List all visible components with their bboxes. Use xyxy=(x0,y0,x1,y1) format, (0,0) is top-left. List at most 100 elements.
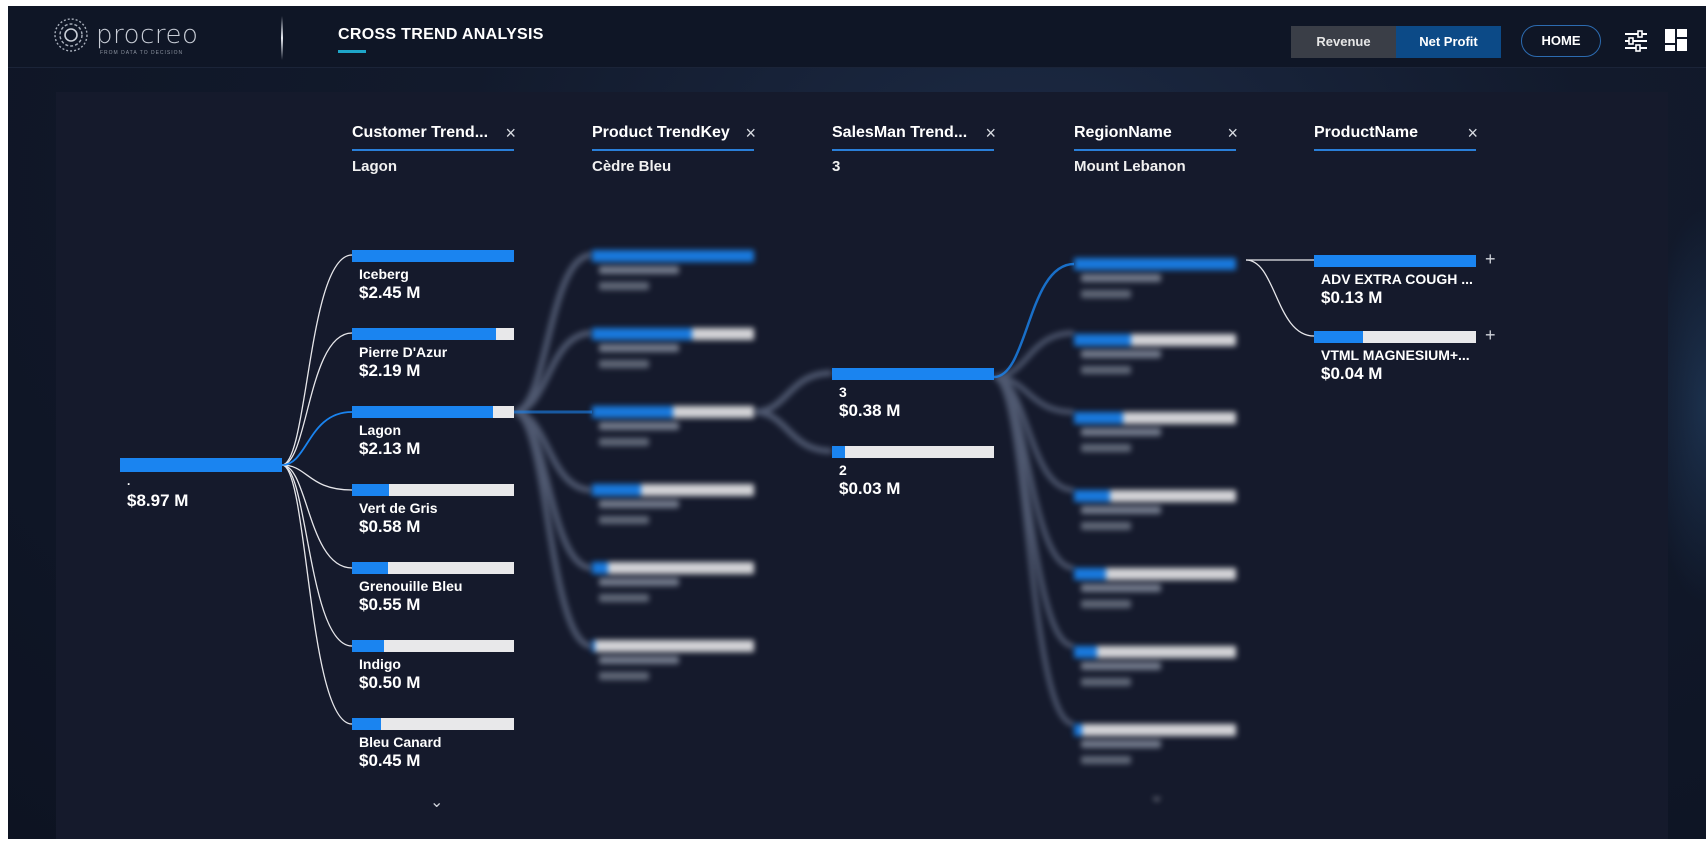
blurred-value xyxy=(599,594,649,602)
column-header-productname: ProductName × xyxy=(1314,123,1478,184)
net-profit-toggle-button[interactable]: Net Profit xyxy=(1396,26,1501,58)
grid-layout-icon[interactable] xyxy=(1664,28,1688,52)
remove-level-close-icon[interactable]: × xyxy=(985,123,996,144)
blurred-value xyxy=(599,672,649,680)
tree-node-region[interactable] xyxy=(1074,334,1236,394)
node-value: $0.04 M xyxy=(1321,364,1383,383)
blurred-value xyxy=(1081,522,1131,530)
remove-level-close-icon[interactable]: × xyxy=(505,123,516,144)
node-bar[interactable] xyxy=(592,406,754,418)
node-bar[interactable] xyxy=(592,250,754,262)
node-bar[interactable] xyxy=(1074,334,1236,346)
tree-node-product-trendkey[interactable] xyxy=(592,250,754,310)
node-value: $0.13 M xyxy=(1321,288,1383,307)
remove-level-close-icon[interactable]: × xyxy=(1227,123,1238,144)
blurred-label xyxy=(1081,350,1161,358)
node-bar-fill xyxy=(352,484,390,496)
tree-root-node[interactable]: . $8.97 M xyxy=(120,458,282,518)
node-bar[interactable] xyxy=(592,562,754,574)
column-header-label: SalesMan Trend... xyxy=(832,124,968,141)
tree-node-product-trendkey[interactable] xyxy=(592,562,754,622)
tree-node-region[interactable] xyxy=(1074,724,1236,784)
node-bar[interactable] xyxy=(1314,331,1476,343)
node-value: $0.55 M xyxy=(359,595,421,614)
column-header-underline xyxy=(832,149,994,151)
node-value: $2.13 M xyxy=(359,439,421,458)
tree-node-region[interactable] xyxy=(1074,412,1236,472)
tree-node-region[interactable] xyxy=(1074,490,1236,550)
column-selected-value: 3 xyxy=(832,158,841,175)
node-bar[interactable] xyxy=(352,718,514,730)
home-button[interactable]: HOME xyxy=(1521,25,1601,57)
blurred-label xyxy=(599,266,679,274)
node-bar[interactable] xyxy=(352,328,514,340)
tree-node-customer[interactable]: Grenouille Bleu $0.55 M xyxy=(352,562,514,622)
node-bar[interactable] xyxy=(832,368,994,380)
tree-node-product-trendkey-selected[interactable] xyxy=(592,406,754,466)
tree-node-product-trendkey[interactable] xyxy=(592,640,754,700)
root-bar[interactable] xyxy=(120,458,282,472)
tree-node-product-trendkey[interactable] xyxy=(592,328,754,388)
expand-plus-icon[interactable]: + xyxy=(1485,325,1496,346)
column-header-underline xyxy=(1074,149,1236,151)
blurred-value xyxy=(599,282,649,290)
tree-node-region[interactable] xyxy=(1074,646,1236,706)
blurred-value xyxy=(1081,290,1131,298)
scroll-down-chevron-icon[interactable]: ⌄ xyxy=(430,792,443,812)
tree-node-customer[interactable]: Iceberg $2.45 M xyxy=(352,250,514,310)
node-bar[interactable] xyxy=(1074,412,1236,424)
scroll-down-chevron-icon[interactable]: ⌄ xyxy=(1150,786,1163,806)
node-bar-fill xyxy=(592,250,754,262)
node-bar[interactable] xyxy=(352,406,514,418)
revenue-toggle-button[interactable]: Revenue xyxy=(1291,26,1396,58)
node-bar-fill xyxy=(592,484,641,496)
node-bar[interactable] xyxy=(1074,724,1236,736)
node-bar-fill xyxy=(352,562,388,574)
tree-node-customer[interactable]: Vert de Gris $0.58 M xyxy=(352,484,514,544)
column-header-customer-trend: Customer Trend... × Lagon xyxy=(352,123,516,184)
tree-node-customer-selected[interactable]: Lagon $2.13 M xyxy=(352,406,514,466)
node-bar-fill xyxy=(1074,258,1236,270)
node-bar[interactable] xyxy=(592,328,754,340)
node-bar[interactable] xyxy=(592,640,754,652)
node-bar[interactable] xyxy=(832,446,994,458)
node-value: $2.19 M xyxy=(359,361,421,380)
node-bar[interactable] xyxy=(352,640,514,652)
column-header-label: ProductName xyxy=(1314,124,1419,141)
node-label: Vert de Gris xyxy=(359,500,438,516)
blurred-value xyxy=(1081,678,1131,686)
node-bar[interactable] xyxy=(352,250,514,262)
node-bar-fill xyxy=(352,250,514,262)
node-bar[interactable] xyxy=(1074,258,1236,270)
tree-node-salesman[interactable]: 2 $0.03 M xyxy=(832,446,994,506)
node-bar-fill xyxy=(1074,412,1123,424)
sliders-icon[interactable] xyxy=(1623,28,1649,54)
tree-node-customer[interactable]: Indigo $0.50 M xyxy=(352,640,514,700)
node-bar[interactable] xyxy=(352,484,514,496)
node-bar-fill xyxy=(352,718,382,730)
node-bar-fill xyxy=(1074,334,1131,346)
expand-plus-icon[interactable]: + xyxy=(1485,249,1496,270)
blurred-label xyxy=(599,500,679,508)
remove-level-close-icon[interactable]: × xyxy=(745,123,756,144)
node-bar[interactable] xyxy=(592,484,754,496)
tree-node-customer[interactable]: Bleu Canard $0.45 M xyxy=(352,718,514,778)
node-bar-fill xyxy=(832,446,845,458)
blurred-value xyxy=(599,360,649,368)
column-header-label: Product TrendKey xyxy=(592,124,730,141)
blurred-label xyxy=(1081,428,1161,436)
node-bar[interactable] xyxy=(352,562,514,574)
node-bar[interactable] xyxy=(1314,255,1476,267)
node-bar-fill xyxy=(1074,568,1107,580)
tree-node-region[interactable] xyxy=(1074,568,1236,628)
tree-node-customer[interactable]: Pierre D'Azur $2.19 M xyxy=(352,328,514,388)
remove-level-close-icon[interactable]: × xyxy=(1467,123,1478,144)
tree-node-region-selected[interactable] xyxy=(1074,258,1236,318)
tree-node-product[interactable]: + ADV EXTRA COUGH ... $0.13 M xyxy=(1314,249,1496,315)
node-bar[interactable] xyxy=(1074,490,1236,502)
tree-node-product-trendkey[interactable] xyxy=(592,484,754,544)
tree-node-salesman-selected[interactable]: 3 $0.38 M xyxy=(832,368,994,428)
tree-node-product[interactable]: + VTML MAGNESIUM+... $0.04 M xyxy=(1314,325,1496,391)
node-bar[interactable] xyxy=(1074,568,1236,580)
node-bar[interactable] xyxy=(1074,646,1236,658)
